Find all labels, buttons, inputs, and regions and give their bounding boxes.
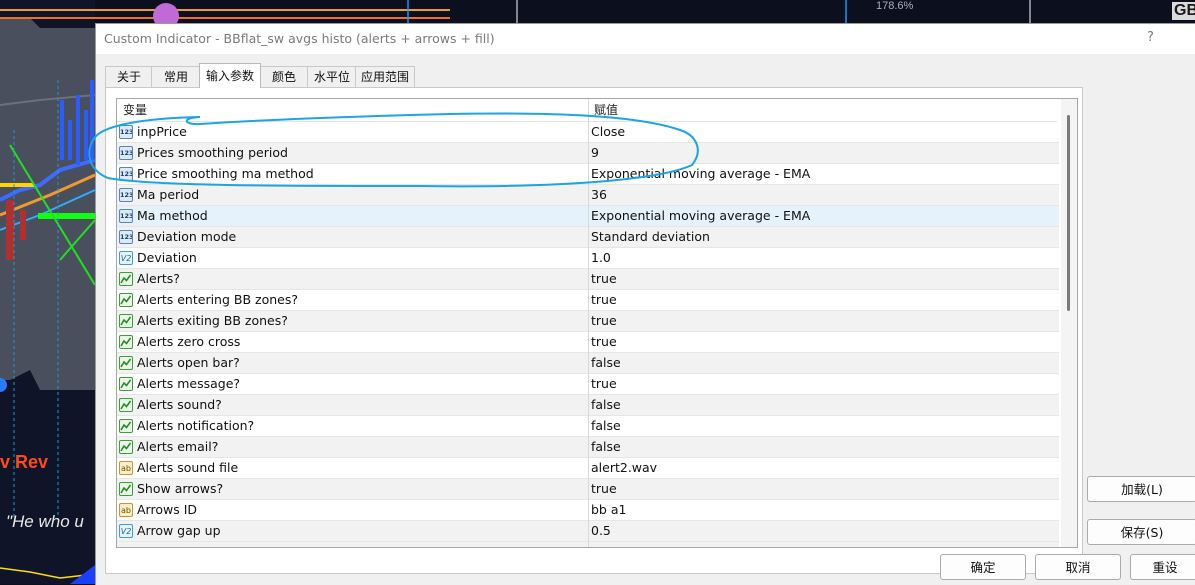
row-variable-name: Price smoothing ma method [137,166,314,181]
vertical-scrollbar[interactable] [1061,99,1077,547]
row-value[interactable]: alert2.wav [591,458,657,478]
row-variable-name: Alerts sound? [137,397,222,412]
row-variable-name: Arrows ID [137,502,198,517]
tab-visualization[interactable]: 应用范围 [355,66,415,87]
row-variable-name: Alerts message? [137,376,241,391]
row-variable-name: Alerts sound file [137,460,239,475]
corner-label: GB [1172,2,1195,20]
int-icon: 123 [119,209,133,223]
row-value[interactable]: 1.0 [591,248,611,268]
string-icon: ab [119,461,133,475]
row-value[interactable]: true [591,479,617,499]
row-value[interactable]: true [591,332,617,352]
row-variable-name: Prices smoothing period [137,145,288,160]
column-header-value[interactable]: 赋值 [588,99,618,121]
indicator-properties-dialog: Custom Indicator - BBflat_sw avgs histo … [95,23,1195,585]
row-variable-name: Deviation [137,250,197,265]
int-icon: 123 [119,188,133,202]
int-icon: 123 [119,146,133,160]
row-variable-name: Deviation mode [137,229,237,244]
row-value[interactable]: true [591,269,617,289]
bool-icon [119,335,133,349]
double-icon: V2 [119,524,133,538]
row-variable-name: Show arrows? [137,481,224,496]
dialog-title: Custom Indicator - BBflat_sw avgs histo … [104,31,495,46]
bool-icon [119,440,133,454]
scrollbar-thumb[interactable] [1067,115,1070,311]
row-value[interactable]: false [591,437,621,457]
row-variable-name: Ma method [137,208,208,223]
bool-icon [119,314,133,328]
row-variable-name: Ma period [137,187,200,202]
row-variable-name: Alerts entering BB zones? [137,292,298,307]
bool-icon [119,377,133,391]
reversal-label: v Rev [0,452,49,472]
tab-colors[interactable]: 颜色 [259,66,309,87]
help-button[interactable]: ? [1147,30,1154,45]
column-header-variable[interactable]: 变量 [117,99,147,121]
int-icon: 123 [119,230,133,244]
row-value[interactable]: true [591,311,617,331]
row-variable-name: Alerts open bar? [137,355,240,370]
column-divider[interactable] [588,99,589,547]
tab-common[interactable]: 常用 [151,66,201,87]
dialog-titlebar[interactable]: Custom Indicator - BBflat_sw avgs histo … [96,24,1195,54]
tab-levels[interactable]: 水平位 [307,66,357,87]
bool-icon [119,356,133,370]
bool-icon [119,272,133,286]
bool-icon [119,398,133,412]
bool-icon [119,293,133,307]
bool-icon [119,482,133,496]
inputs-table: 变量 赋值 123 inpPrice Close 123 Prices smoothin… [116,98,1078,548]
double-icon: V2 [119,251,133,265]
bool-icon [119,419,133,433]
row-variable-name: inpPrice [137,124,187,139]
tab-about[interactable]: 关于 [105,66,153,87]
string-icon: ab [119,503,133,517]
int-icon: 123 [119,125,133,139]
table-header: 变量 赋值 [117,99,1057,122]
int-icon: 123 [119,167,133,181]
row-variable-name: Arrow gap up [137,523,221,538]
row-variable-name: Alerts zero cross [137,334,241,349]
row-value[interactable]: Exponential moving average - EMA [591,164,810,184]
row-variable-name: Alerts exiting BB zones? [137,313,288,328]
row-value[interactable]: false [591,416,621,436]
quote-label: "He who u [6,512,84,531]
row-value[interactable]: 0.5 [591,521,611,541]
row-value[interactable]: false [591,353,621,373]
row-value[interactable]: Close [591,122,625,142]
row-value[interactable]: true [591,374,617,394]
load-button[interactable]: 加载(L) [1087,476,1195,502]
row-value[interactable]: Standard deviation [591,227,710,247]
row-variable-name: Alerts? [137,271,180,286]
ok-button[interactable]: 确定 [940,554,1026,580]
reset-button[interactable]: 重设 [1130,554,1195,580]
row-value[interactable]: bb a1 [591,500,626,520]
tab-inputs[interactable]: 输入参数 [199,63,261,88]
row-value[interactable]: Exponential moving average - EMA [591,206,810,226]
save-button[interactable]: 保存(S) [1087,519,1195,545]
percent-label: 178.6% [876,0,914,12]
row-variable-name: Alerts notification? [137,418,255,433]
cancel-button[interactable]: 取消 [1035,554,1121,580]
row-value[interactable]: true [591,290,617,310]
row-value[interactable]: false [591,395,621,415]
row-variable-name: Alerts email? [137,439,219,454]
row-value[interactable]: 9 [591,143,599,163]
row-value[interactable]: 36 [591,185,607,205]
